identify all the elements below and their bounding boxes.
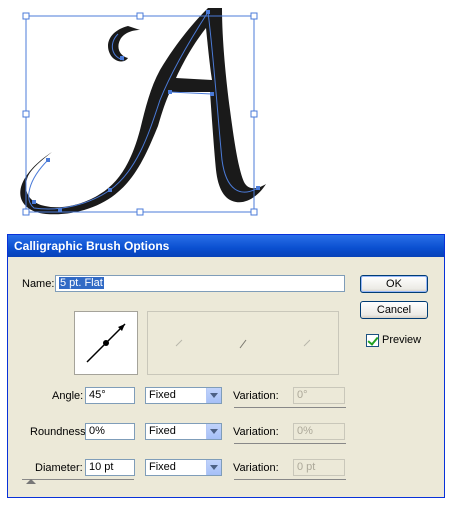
chevron-down-icon[interactable] [206,460,221,475]
angle-mode-value: Fixed [149,389,176,401]
cancel-button[interactable]: Cancel [360,301,428,319]
ok-button[interactable]: OK [360,275,428,293]
name-label: Name: [22,278,55,290]
calligraphic-brush-dialog: Calligraphic Brush Options Name: 5 pt. F… [7,234,445,498]
canvas-artwork[interactable] [0,0,450,228]
diameter-variation-slider-track[interactable] [234,479,346,480]
preview-label: Preview [382,334,422,346]
angle-mode-select[interactable]: Fixed [145,387,222,404]
roundness-variation-label: Variation: [233,426,279,438]
angle-label: Angle: [52,390,84,402]
name-value: 5 pt. Flat [59,277,104,289]
chevron-down-icon[interactable] [206,424,221,439]
slider-triangle-icon[interactable] [26,479,36,484]
preview-checkbox[interactable] [366,334,379,347]
angle-variation-slider-track[interactable] [234,407,346,408]
diameter-field[interactable]: 10 pt [85,459,135,476]
roundness-mode-select[interactable]: Fixed [145,423,222,440]
name-field[interactable]: 5 pt. Flat [55,275,345,292]
roundness-variation-field[interactable]: 0% [293,423,345,440]
roundness-mode-value: Fixed [149,425,176,437]
angle-variation-label: Variation: [233,390,279,402]
diameter-mode-select[interactable]: Fixed [145,459,222,476]
variation-preview [147,311,339,375]
diameter-variation-field[interactable]: 0 pt [293,459,345,476]
brush-shape-preview[interactable] [74,311,138,375]
angle-variation-field[interactable]: 0° [293,387,345,404]
diameter-label: Diameter: [35,462,83,474]
diameter-variation-label: Variation: [233,462,279,474]
diameter-mode-value: Fixed [149,461,176,473]
chevron-down-icon[interactable] [206,388,221,403]
roundness-label: Roundness: [30,426,89,438]
dialog-title[interactable]: Calligraphic Brush Options [8,235,444,257]
diameter-slider-track[interactable] [22,479,134,480]
angle-field[interactable]: 45° [85,387,135,404]
roundness-field[interactable]: 0% [85,423,135,440]
roundness-variation-slider-track[interactable] [234,443,346,444]
